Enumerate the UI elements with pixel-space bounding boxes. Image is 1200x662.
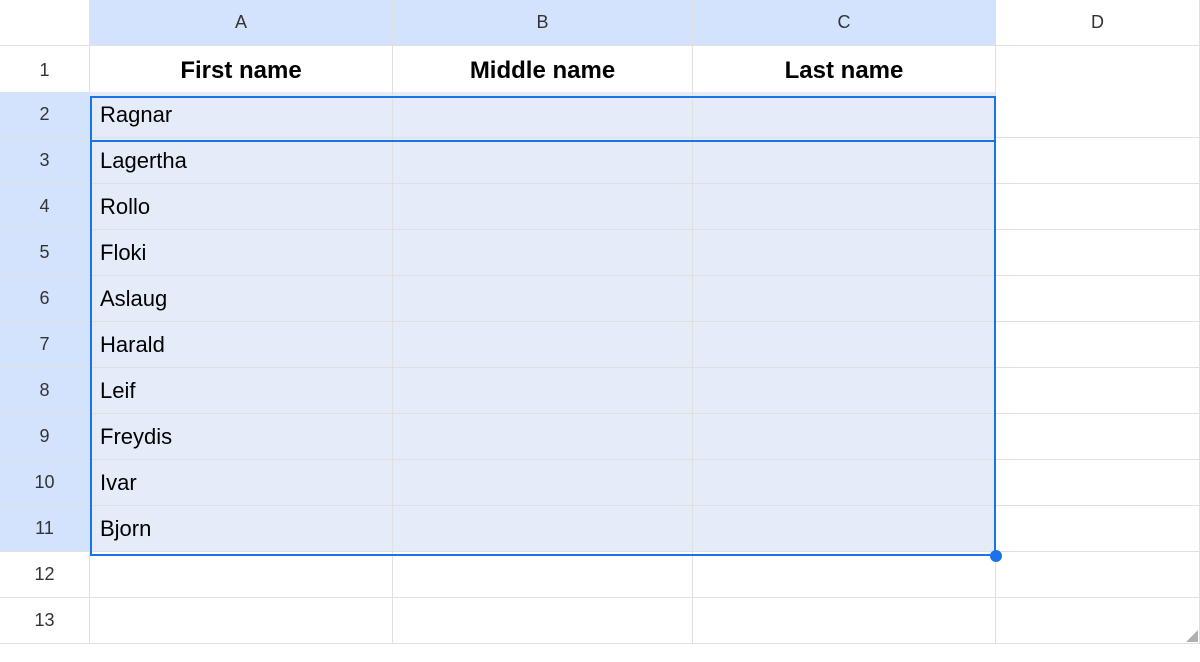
row-header-11[interactable]: 11: [0, 506, 90, 552]
cell-d5[interactable]: [996, 230, 1200, 276]
row-header-10[interactable]: 10: [0, 460, 90, 506]
cell-b10[interactable]: [393, 460, 693, 506]
row-header-6[interactable]: 6: [0, 276, 90, 322]
cell-d4[interactable]: [996, 184, 1200, 230]
cell-c8[interactable]: [693, 368, 996, 414]
cell-b3[interactable]: [393, 138, 693, 184]
cell-c12[interactable]: [693, 552, 996, 598]
row-header-9[interactable]: 9: [0, 414, 90, 460]
cell-d3[interactable]: [996, 138, 1200, 184]
cell-d8[interactable]: [996, 368, 1200, 414]
cell-b7[interactable]: [393, 322, 693, 368]
cell-d6[interactable]: [996, 276, 1200, 322]
cell-c9[interactable]: [693, 414, 996, 460]
row-header-12[interactable]: 12: [0, 552, 90, 598]
cell-d1[interactable]: [996, 46, 1200, 96]
row-header-7[interactable]: 7: [0, 322, 90, 368]
cell-c3[interactable]: [693, 138, 996, 184]
cell-b4[interactable]: [393, 184, 693, 230]
cell-b11[interactable]: [393, 506, 693, 552]
cell-c10[interactable]: [693, 460, 996, 506]
spreadsheet-grid[interactable]: A B C D 1 First name Middle name Last na…: [0, 0, 1200, 644]
row-header-4[interactable]: 4: [0, 184, 90, 230]
cell-c2[interactable]: [693, 92, 996, 138]
cell-a6[interactable]: Aslaug: [90, 276, 393, 322]
cell-a2[interactable]: Ragnar: [90, 92, 393, 138]
cell-b6[interactable]: [393, 276, 693, 322]
cell-d11[interactable]: [996, 506, 1200, 552]
col-header-d[interactable]: D: [996, 0, 1200, 46]
row-header-8[interactable]: 8: [0, 368, 90, 414]
cell-b9[interactable]: [393, 414, 693, 460]
cell-a10[interactable]: Ivar: [90, 460, 393, 506]
row-header-13[interactable]: 13: [0, 598, 90, 644]
cell-c13[interactable]: [693, 598, 996, 644]
cell-d9[interactable]: [996, 414, 1200, 460]
cell-a8[interactable]: Leif: [90, 368, 393, 414]
cell-a3[interactable]: Lagertha: [90, 138, 393, 184]
col-header-b[interactable]: B: [393, 0, 693, 46]
cell-a12[interactable]: [90, 552, 393, 598]
cell-d13[interactable]: [996, 598, 1200, 644]
cell-d12[interactable]: [996, 552, 1200, 598]
cell-d10[interactable]: [996, 460, 1200, 506]
cell-c11[interactable]: [693, 506, 996, 552]
cell-d7[interactable]: [996, 322, 1200, 368]
select-all-corner[interactable]: [0, 0, 90, 46]
selection-handle[interactable]: [990, 550, 1002, 562]
cell-c7[interactable]: [693, 322, 996, 368]
row-header-3[interactable]: 3: [0, 138, 90, 184]
col-header-c[interactable]: C: [693, 0, 996, 46]
cell-a11[interactable]: Bjorn: [90, 506, 393, 552]
cell-b5[interactable]: [393, 230, 693, 276]
cell-a7[interactable]: Harald: [90, 322, 393, 368]
cell-b2[interactable]: [393, 92, 693, 138]
cell-a5[interactable]: Floki: [90, 230, 393, 276]
cell-b13[interactable]: [393, 598, 693, 644]
corner-triangle-icon: [1186, 630, 1198, 642]
cell-b1[interactable]: Middle name: [393, 46, 693, 96]
col-header-a[interactable]: A: [90, 0, 393, 46]
cell-a9[interactable]: Freydis: [90, 414, 393, 460]
cell-a4[interactable]: Rollo: [90, 184, 393, 230]
cell-b12[interactable]: [393, 552, 693, 598]
row-header-5[interactable]: 5: [0, 230, 90, 276]
row-header-1[interactable]: 1: [0, 46, 90, 96]
cell-c4[interactable]: [693, 184, 996, 230]
cell-b8[interactable]: [393, 368, 693, 414]
cell-c1[interactable]: Last name: [693, 46, 996, 96]
row-header-2[interactable]: 2: [0, 92, 90, 138]
cell-a13[interactable]: [90, 598, 393, 644]
cell-d2[interactable]: [996, 92, 1200, 138]
cell-c6[interactable]: [693, 276, 996, 322]
cell-a1[interactable]: First name: [90, 46, 393, 96]
cell-c5[interactable]: [693, 230, 996, 276]
